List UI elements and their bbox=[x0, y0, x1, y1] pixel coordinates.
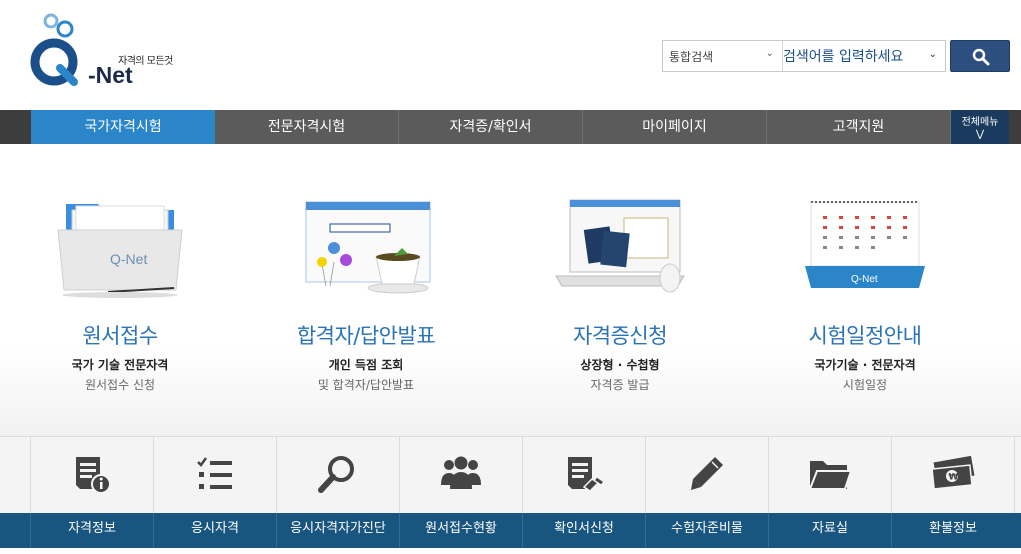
pencil-icon bbox=[691, 457, 723, 490]
service-subtitle: 국가 기술 전문자격 bbox=[71, 358, 169, 372]
nav-item-professional-exam[interactable]: 전문자격시험 bbox=[215, 110, 399, 144]
service-certificate[interactable]: 자격증신청 상장형 · 수첩형 자격증 발급 bbox=[500, 144, 740, 436]
service-desc: 및 합격자/답안발표 bbox=[317, 378, 415, 392]
quick-link-confirmation-request[interactable] bbox=[522, 437, 645, 514]
search-icon bbox=[972, 48, 990, 66]
quick-link-eligibility[interactable] bbox=[153, 437, 276, 514]
nav-left-strip bbox=[0, 110, 31, 144]
quick-link-resources[interactable] bbox=[768, 437, 891, 514]
service-subtitle: 국가기술 · 전문자격 bbox=[814, 358, 916, 372]
document-edit-icon bbox=[568, 457, 603, 492]
main-nav: 국가자격시험 전문자격시험 자격증/확인서 마이페이지 고객지원 전체메뉴 ⋁ bbox=[0, 110, 1021, 144]
money-icon: ₩ bbox=[931, 455, 975, 490]
service-area: Q-Net 원서접수 국가 기술 전문자격 원서접수 신청 합격자/답안발표 개… bbox=[0, 144, 1021, 436]
nav-item-national-exam[interactable]: 국가자격시험 bbox=[31, 110, 215, 144]
quick-link-qualification-info[interactable] bbox=[30, 437, 153, 514]
quick-link-application-status[interactable] bbox=[399, 437, 522, 514]
quick-link-refund-info[interactable]: ₩ bbox=[891, 437, 1014, 514]
qnet-logo[interactable]: 자격의 모든것 -Net bbox=[30, 12, 173, 88]
service-title: 원서접수 bbox=[82, 324, 158, 348]
service-subtitle: 개인 득점 조회 bbox=[328, 358, 404, 372]
document-info-icon bbox=[76, 457, 111, 494]
quick-label-application-status[interactable]: 원서접수현황 bbox=[399, 513, 522, 548]
service-schedule[interactable]: Q-Net 시험일정안내 국가기술 · 전문자격 시험일정 bbox=[745, 144, 985, 436]
quick-cell-edge bbox=[1014, 437, 1021, 514]
quick-link-self-diagnosis[interactable] bbox=[276, 437, 399, 514]
chevron-down-icon: ⋁ bbox=[975, 129, 985, 140]
service-results[interactable]: 합격자/답안발표 개인 득점 조회 및 합격자/답안발표 bbox=[246, 144, 486, 436]
quick-link-exam-supplies[interactable] bbox=[645, 437, 768, 514]
nav-item-customer-support[interactable]: 고객지원 bbox=[767, 110, 951, 144]
all-menu-button[interactable]: 전체메뉴 ⋁ bbox=[951, 110, 1009, 144]
service-application[interactable]: Q-Net 원서접수 국가 기술 전문자격 원서접수 신청 bbox=[0, 144, 240, 436]
search-input[interactable]: 검색어를 입력하세요 bbox=[783, 46, 903, 66]
checklist-icon bbox=[197, 457, 232, 489]
nav-item-certificate[interactable]: 자격증/확인서 bbox=[399, 110, 583, 144]
browser-teacup-illustration bbox=[305, 201, 431, 294]
folder-illustration: Q-Net bbox=[57, 204, 183, 298]
folder-icon bbox=[808, 461, 853, 490]
chevron-down-icon[interactable]: ⌄ bbox=[929, 49, 937, 60]
quick-label-refund-info[interactable]: 환불정보 bbox=[891, 513, 1014, 548]
service-title: 시험일정안내 bbox=[808, 324, 922, 348]
quick-label-resources[interactable]: 자료실 bbox=[768, 513, 891, 548]
people-group-icon bbox=[441, 456, 481, 489]
quick-links-icons: ₩ bbox=[0, 436, 1021, 514]
laptop-passport-illustration bbox=[555, 199, 685, 293]
all-menu-label: 전체메뉴 bbox=[961, 117, 999, 128]
search-button[interactable] bbox=[950, 40, 1010, 72]
quick-label-qualification-info[interactable]: 자격정보 bbox=[30, 513, 153, 548]
search-category-select[interactable]: 통합검색 ⌄ bbox=[663, 41, 783, 71]
service-desc: 자격증 발급 bbox=[590, 378, 650, 392]
bottom-strip bbox=[0, 548, 1021, 554]
service-title: 자격증신청 bbox=[572, 324, 668, 348]
quick-label-exam-supplies[interactable]: 수험자준비물 bbox=[645, 513, 768, 548]
quick-label-eligibility[interactable]: 응시자격 bbox=[153, 513, 276, 548]
site-header: 자격의 모든것 -Net 통합검색 ⌄ 검색어를 입력하세요 ⌄ bbox=[0, 0, 1021, 110]
service-title: 합격자/답안발표 bbox=[296, 324, 436, 348]
quick-label-confirmation-request[interactable]: 확인서신청 bbox=[522, 513, 645, 548]
svg-text:₩: ₩ bbox=[949, 473, 959, 483]
nav-item-mypage[interactable]: 마이페이지 bbox=[583, 110, 767, 144]
calendar-illustration: Q-Net bbox=[805, 201, 925, 288]
quick-links-labels: 자격정보 응시자격 응시자격자가진단 원서접수현황 확인서신청 수험자준비물 자… bbox=[0, 513, 1021, 548]
service-desc: 시험일정 bbox=[842, 378, 888, 392]
service-desc: 원서접수 신청 bbox=[84, 378, 156, 392]
service-subtitle: 상장형 · 수첩형 bbox=[580, 358, 660, 372]
nav-right-strip bbox=[1009, 110, 1021, 144]
magnifier-icon bbox=[318, 456, 354, 493]
svg-text:Q-Net: Q-Net bbox=[110, 251, 147, 267]
search-category-label: 통합검색 bbox=[669, 50, 714, 64]
quick-label-self-diagnosis[interactable]: 응시자격자가진단 bbox=[276, 513, 399, 548]
svg-text:Q-Net: Q-Net bbox=[851, 274, 878, 285]
search-box: 통합검색 ⌄ 검색어를 입력하세요 ⌄ bbox=[662, 40, 946, 72]
logo-name: -Net bbox=[88, 62, 133, 88]
chevron-down-icon: ⌄ bbox=[765, 48, 774, 59]
